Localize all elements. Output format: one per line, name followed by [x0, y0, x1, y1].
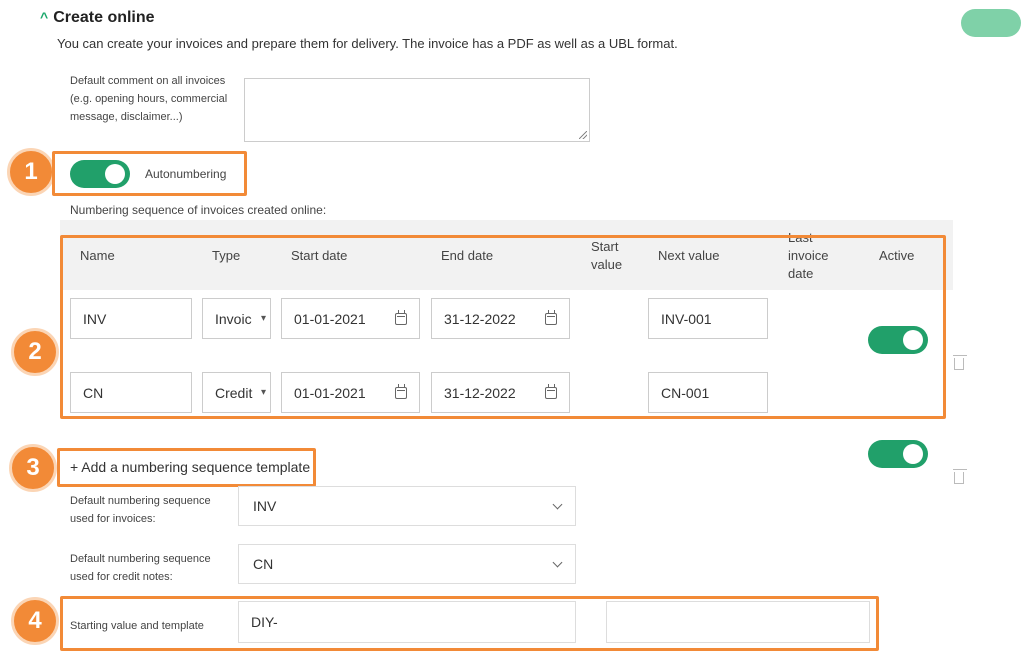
autonumbering-toggle[interactable]	[70, 160, 130, 188]
add-template-link[interactable]: + Add a numbering sequence template	[70, 459, 310, 475]
chevron-down-icon	[552, 557, 563, 567]
callout-badge-1: 1	[7, 148, 55, 196]
default-credit-sequence-select[interactable]: CN	[238, 544, 576, 584]
callout-box-2	[60, 235, 946, 419]
sequence-heading: Numbering sequence of invoices created o…	[70, 203, 327, 217]
resize-grip-icon[interactable]	[579, 131, 587, 139]
chevron-down-icon	[552, 499, 563, 509]
section-title-text: Create online	[53, 9, 155, 26]
template-input[interactable]	[606, 601, 870, 643]
default-comment-label: Default comment on all invoices (e.g. op…	[70, 75, 228, 123]
trash-icon[interactable]	[953, 355, 967, 370]
chevron-up-icon[interactable]: ^	[40, 9, 48, 25]
row2-active-toggle[interactable]	[868, 440, 928, 468]
default-credit-sequence-label: Default numbering sequence used for cred…	[70, 553, 211, 583]
default-invoice-sequence-label: Default numbering sequence used for invo…	[70, 495, 211, 525]
default-invoice-sequence-select[interactable]: INV	[238, 486, 576, 526]
section-subtitle: You can create your invoices and prepare…	[57, 36, 678, 51]
default-comment-textarea[interactable]	[244, 78, 590, 142]
toggle-knob	[105, 164, 125, 184]
callout-badge-3: 3	[9, 444, 57, 492]
trash-icon[interactable]	[953, 469, 967, 484]
section-title[interactable]: ^ Create online	[40, 9, 155, 27]
autonumbering-label: Autonumbering	[145, 167, 227, 181]
starting-value-input[interactable]: DIY-	[238, 601, 576, 643]
save-button[interactable]	[961, 9, 1021, 37]
callout-badge-4: 4	[11, 597, 59, 645]
toggle-knob	[903, 444, 923, 464]
starting-value-label: Starting value and template	[70, 620, 204, 632]
callout-badge-2: 2	[11, 328, 59, 376]
